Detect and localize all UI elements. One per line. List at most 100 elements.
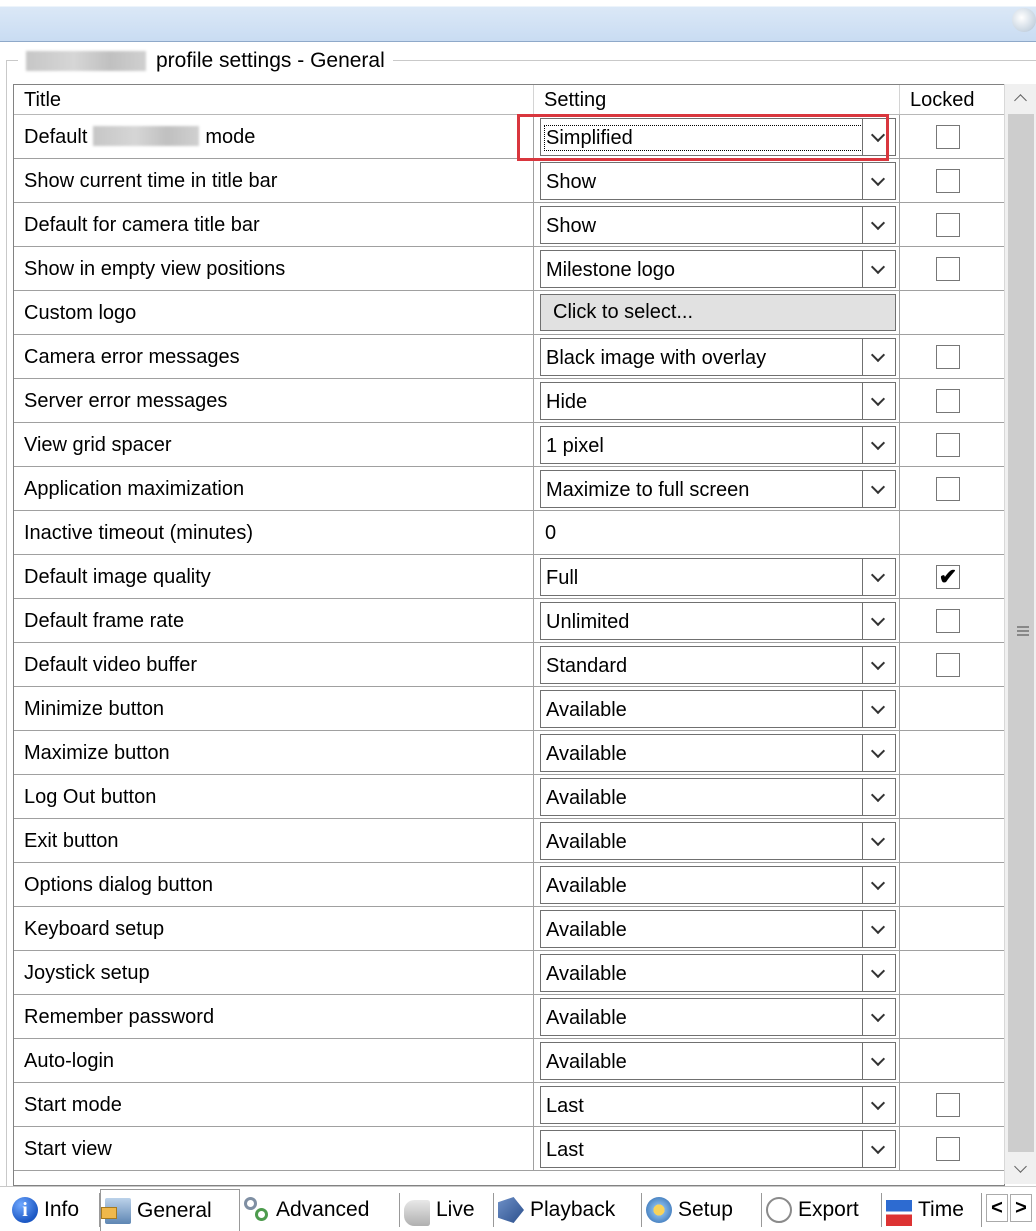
tab-live[interactable]: Live [400,1193,494,1227]
table-row[interactable]: Default mode Simplified [14,115,1004,159]
chevron-down-icon[interactable] [862,603,895,639]
locked-checkbox[interactable] [936,1093,960,1117]
table-row[interactable]: Remember password Available [14,995,1004,1039]
chevron-down-icon[interactable] [862,735,895,771]
setting-dropdown[interactable]: 1 pixel [540,426,896,464]
setting-dropdown[interactable]: Hide [540,382,896,420]
table-row[interactable]: Default image quality Full ✔ [14,555,1004,599]
tab-scroll-left-button[interactable]: < [986,1194,1008,1222]
locked-checkbox[interactable] [936,213,960,237]
setting-dropdown[interactable]: Available [540,822,896,860]
chevron-down-icon[interactable] [862,867,895,903]
setting-dropdown[interactable]: Available [540,778,896,816]
tab-advanced[interactable]: Advanced [240,1193,400,1227]
column-header-title[interactable]: Title [14,85,534,114]
table-row[interactable]: Camera error messages Black image with ov… [14,335,1004,379]
table-row[interactable]: Log Out button Available [14,775,1004,819]
chevron-down-icon[interactable] [862,471,895,507]
chevron-down-icon[interactable] [862,1087,895,1123]
vertical-scrollbar[interactable] [1004,84,1036,1184]
setting-dropdown[interactable]: Available [540,734,896,772]
scroll-up-arrow-icon[interactable] [1005,84,1036,114]
setting-dropdown[interactable]: Unlimited [540,602,896,640]
scroll-thumb[interactable] [1008,114,1034,1152]
window-corner-icon[interactable] [1012,8,1036,32]
setting-dropdown[interactable]: Maximize to full screen [540,470,896,508]
chevron-down-icon[interactable] [862,251,895,287]
setting-dropdown[interactable]: Available [540,1042,896,1080]
table-row[interactable]: Default frame rate Unlimited [14,599,1004,643]
table-row[interactable]: Default video buffer Standard [14,643,1004,687]
chevron-down-icon[interactable] [862,823,895,859]
chevron-down-icon[interactable] [862,779,895,815]
setting-dropdown[interactable]: Simplified [540,118,896,156]
table-row[interactable]: Application maximization Maximize to full… [14,467,1004,511]
setting-dropdown[interactable]: Milestone logo [540,250,896,288]
locked-checkbox[interactable] [936,1137,960,1161]
chevron-down-icon[interactable] [862,647,895,683]
table-row[interactable]: Exit button Available [14,819,1004,863]
chevron-down-icon[interactable] [862,955,895,991]
tab-time[interactable]: Time [882,1193,982,1227]
table-row[interactable]: Joystick setup Available [14,951,1004,995]
locked-checkbox[interactable] [936,389,960,413]
chevron-down-icon[interactable] [862,1043,895,1079]
chevron-down-icon[interactable] [862,427,895,463]
timeout-value-field[interactable]: 0 [545,511,556,556]
tab-scroll-right-button[interactable]: > [1010,1194,1032,1222]
table-row[interactable]: Minimize button Available [14,687,1004,731]
locked-checkbox[interactable] [936,609,960,633]
tab-setup[interactable]: Setup [642,1193,762,1227]
locked-checkbox[interactable] [936,257,960,281]
setting-dropdown[interactable]: Last [540,1130,896,1168]
table-row[interactable]: Default for camera title bar Show [14,203,1004,247]
tab-info[interactable]: i Info [8,1193,100,1227]
table-row[interactable]: Inactive timeout (minutes) 0 [14,511,1004,555]
table-row[interactable]: Start view Last [14,1127,1004,1171]
setting-dropdown[interactable]: Available [540,690,896,728]
setting-dropdown[interactable]: Available [540,998,896,1036]
tab-export[interactable]: Export [762,1193,882,1227]
table-row[interactable]: Auto-login Available [14,1039,1004,1083]
table-row[interactable]: View grid spacer 1 pixel [14,423,1004,467]
column-header-locked[interactable]: Locked [900,85,1004,114]
table-row[interactable]: Show in empty view positions Milestone lo… [14,247,1004,291]
setting-dropdown[interactable]: Show [540,162,896,200]
table-row[interactable]: Options dialog button Available [14,863,1004,907]
table-row[interactable]: Keyboard setup Available [14,907,1004,951]
setting-dropdown[interactable]: Available [540,866,896,904]
locked-checkbox[interactable] [936,345,960,369]
chevron-down-icon[interactable] [862,119,895,155]
table-row[interactable]: Start mode Last [14,1083,1004,1127]
locked-checkbox[interactable] [936,477,960,501]
chevron-down-icon[interactable] [862,207,895,243]
setting-dropdown[interactable]: Show [540,206,896,244]
chevron-down-icon[interactable] [862,1131,895,1167]
select-logo-button[interactable]: Click to select... [540,294,896,331]
table-row[interactable]: Custom logo Click to select... [14,291,1004,335]
table-row[interactable]: Maximize button Available [14,731,1004,775]
tab-general[interactable]: General [100,1189,240,1231]
table-row[interactable]: Server error messages Hide [14,379,1004,423]
locked-checkbox[interactable] [936,169,960,193]
chevron-down-icon[interactable] [862,911,895,947]
chevron-down-icon[interactable] [862,999,895,1035]
locked-checkbox[interactable] [936,125,960,149]
locked-checkbox[interactable] [936,653,960,677]
setting-dropdown[interactable]: Full [540,558,896,596]
locked-checkbox[interactable] [936,433,960,457]
setting-dropdown[interactable]: Available [540,954,896,992]
chevron-down-icon[interactable] [862,559,895,595]
locked-checkbox[interactable]: ✔ [936,565,960,589]
column-header-setting[interactable]: Setting [534,85,900,114]
tab-playback[interactable]: Playback [494,1193,642,1227]
chevron-down-icon[interactable] [862,163,895,199]
setting-dropdown[interactable]: Last [540,1086,896,1124]
setting-dropdown[interactable]: Standard [540,646,896,684]
scroll-down-arrow-icon[interactable] [1005,1154,1036,1184]
chevron-down-icon[interactable] [862,383,895,419]
chevron-down-icon[interactable] [862,339,895,375]
chevron-down-icon[interactable] [862,691,895,727]
setting-dropdown[interactable]: Available [540,910,896,948]
table-row[interactable]: Show current time in title bar Show [14,159,1004,203]
